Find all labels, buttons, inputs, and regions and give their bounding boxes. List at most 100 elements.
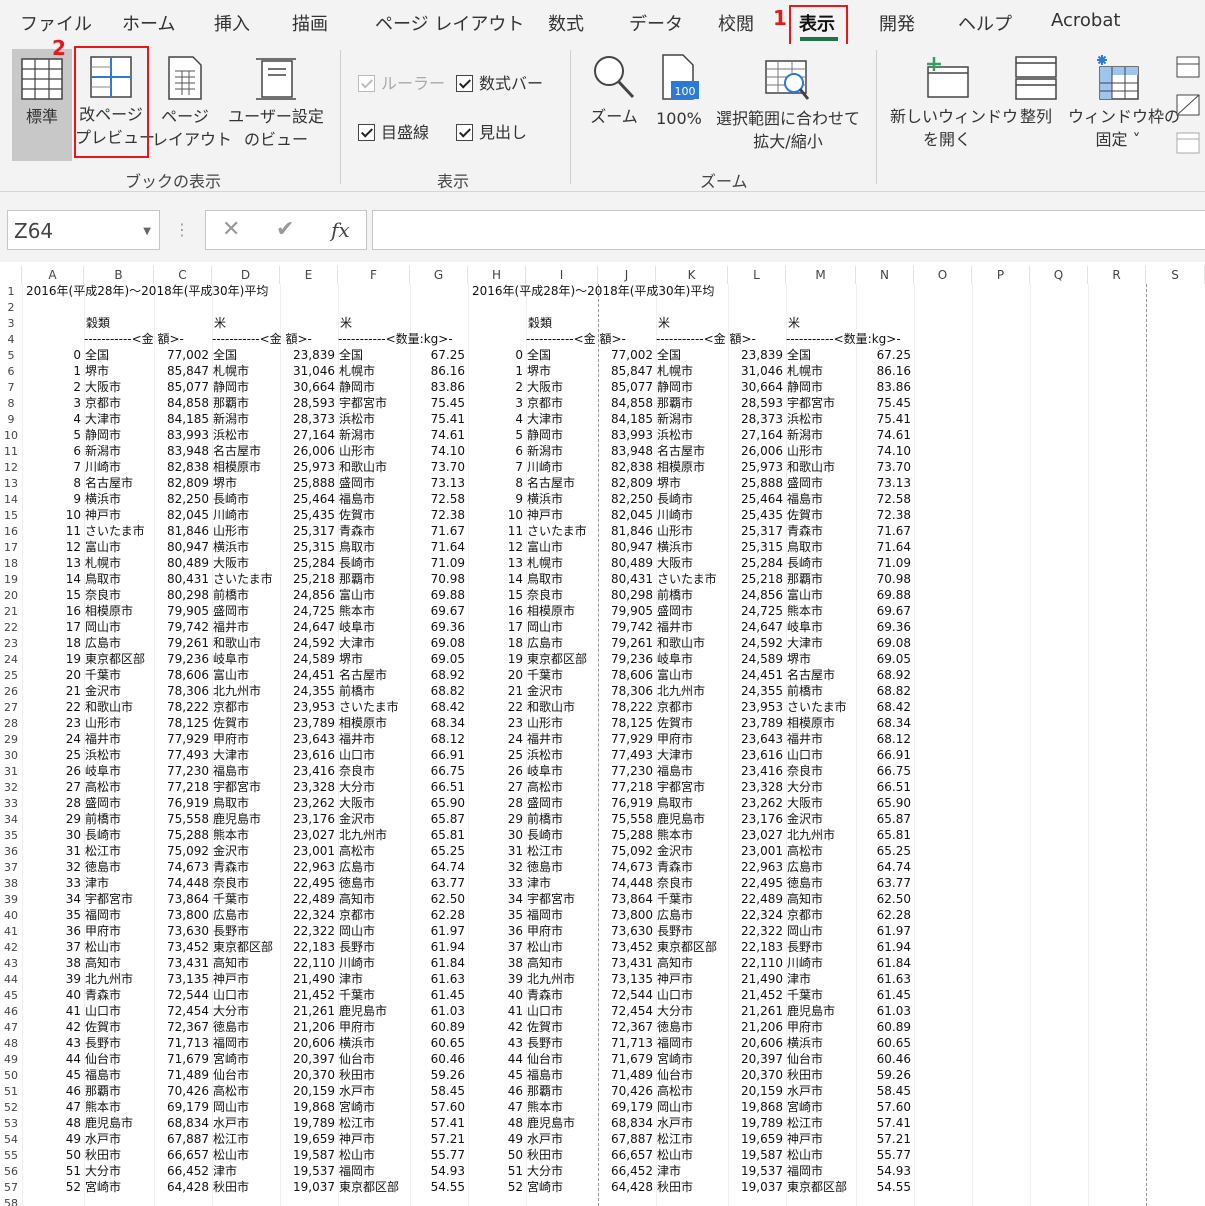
row-header[interactable]: 57 xyxy=(0,1180,22,1195)
column-header-a[interactable]: A xyxy=(22,266,84,284)
column-header-c[interactable]: C xyxy=(154,266,212,284)
row-header[interactable]: 4 xyxy=(0,332,22,347)
row-header[interactable]: 9 xyxy=(0,412,22,427)
column-header-g[interactable]: G xyxy=(410,266,468,284)
row-header[interactable]: 13 xyxy=(0,476,22,491)
row-header[interactable]: 20 xyxy=(0,588,22,603)
row-header[interactable]: 47 xyxy=(0,1020,22,1035)
row-header[interactable]: 2 xyxy=(0,300,22,315)
row-header[interactable]: 17 xyxy=(0,540,22,555)
cancel-icon[interactable]: ✕ xyxy=(222,217,240,242)
row-header[interactable]: 58 xyxy=(0,1196,22,1206)
enter-check-icon[interactable]: ✔ xyxy=(276,217,294,242)
row-header[interactable]: 34 xyxy=(0,812,22,827)
split-icon[interactable] xyxy=(1176,56,1200,78)
formula-input[interactable] xyxy=(372,210,1205,250)
insert-function-icon[interactable]: fx xyxy=(331,218,350,242)
unhide-window-icon[interactable] xyxy=(1176,132,1200,154)
column-header-k[interactable]: K xyxy=(656,266,728,284)
row-header[interactable]: 26 xyxy=(0,684,22,699)
row-header[interactable]: 40 xyxy=(0,908,22,923)
row-header[interactable]: 54 xyxy=(0,1132,22,1147)
row-header[interactable]: 22 xyxy=(0,620,22,635)
hide-window-icon[interactable] xyxy=(1176,94,1200,116)
tab-page-layout[interactable]: ページ レイアウト xyxy=(375,10,524,36)
column-header-s[interactable]: S xyxy=(1146,266,1205,284)
row-header[interactable]: 32 xyxy=(0,780,22,795)
row-header[interactable]: 8 xyxy=(0,396,22,411)
row-header[interactable]: 56 xyxy=(0,1164,22,1179)
row-header[interactable]: 12 xyxy=(0,460,22,475)
tab-acrobat[interactable]: Acrobat xyxy=(1051,10,1120,31)
row-header[interactable]: 49 xyxy=(0,1052,22,1067)
row-header[interactable]: 18 xyxy=(0,556,22,571)
column-header-o[interactable]: O xyxy=(914,266,972,284)
page-layout-button[interactable]: ページ レイアウト xyxy=(152,47,232,151)
row-header[interactable]: 16 xyxy=(0,524,22,539)
ruler-checkbox[interactable]: ルーラー xyxy=(358,70,445,94)
column-header-r[interactable]: R xyxy=(1088,266,1146,284)
formula-bar-checkbox[interactable]: 数式バー xyxy=(456,70,543,94)
row-header[interactable]: 45 xyxy=(0,988,22,1003)
tab-formulas[interactable]: 数式 xyxy=(548,10,584,36)
row-header[interactable]: 27 xyxy=(0,700,22,715)
arrange-all-button[interactable]: 整列 xyxy=(1010,47,1062,128)
column-header-m[interactable]: M xyxy=(786,266,856,284)
tab-developer[interactable]: 開発 xyxy=(879,10,915,36)
row-header[interactable]: 41 xyxy=(0,924,22,939)
custom-views-button[interactable]: ユーザー設定 のビュー xyxy=(226,47,326,151)
row-header[interactable]: 31 xyxy=(0,764,22,779)
row-header[interactable]: 29 xyxy=(0,732,22,747)
row-header[interactable]: 43 xyxy=(0,956,22,971)
chevron-down-icon[interactable]: ▼ xyxy=(143,226,151,237)
row-header[interactable]: 46 xyxy=(0,1004,22,1019)
tab-home[interactable]: ホーム xyxy=(122,10,175,36)
row-header[interactable]: 25 xyxy=(0,668,22,683)
headings-checkbox[interactable]: 見出し xyxy=(456,119,527,143)
worksheet-grid[interactable]: ABCDEFGHIJKLMNOPQRS 1 2 3 4 5 6 7 8 9 10 11 12 13 14 1… xyxy=(0,262,1205,1206)
row-header[interactable]: 23 xyxy=(0,636,22,651)
zoom-to-selection-button[interactable]: 選択範囲に合わせて 拡大/縮小 xyxy=(712,47,864,153)
row-header[interactable]: 38 xyxy=(0,876,22,891)
tab-data[interactable]: データ xyxy=(629,10,683,36)
row-header[interactable]: 53 xyxy=(0,1116,22,1131)
zoom-100-button[interactable]: 100 100% xyxy=(650,47,708,130)
row-header[interactable]: 42 xyxy=(0,940,22,955)
column-header-b[interactable]: B xyxy=(84,266,154,284)
row-header[interactable]: 11 xyxy=(0,444,22,459)
row-header[interactable]: 30 xyxy=(0,748,22,763)
tab-draw[interactable]: 描画 xyxy=(292,10,328,36)
row-header[interactable]: 52 xyxy=(0,1100,22,1115)
zoom-button[interactable]: ズーム xyxy=(586,47,642,128)
column-header-i[interactable]: I xyxy=(526,266,598,284)
tab-review[interactable]: 校閲 xyxy=(718,10,754,36)
row-header[interactable]: 33 xyxy=(0,796,22,811)
row-header[interactable]: 6 xyxy=(0,364,22,379)
row-header[interactable]: 36 xyxy=(0,844,22,859)
select-all-corner[interactable] xyxy=(0,266,22,284)
column-header-j[interactable]: J xyxy=(598,266,656,284)
row-header[interactable]: 28 xyxy=(0,716,22,731)
column-header-f[interactable]: F xyxy=(338,266,410,284)
row-header[interactable]: 1 xyxy=(0,284,22,299)
row-header[interactable]: 15 xyxy=(0,508,22,523)
row-header[interactable]: 19 xyxy=(0,572,22,587)
column-header-p[interactable]: P xyxy=(972,266,1030,284)
row-header[interactable]: 7 xyxy=(0,380,22,395)
column-header-l[interactable]: L xyxy=(728,266,786,284)
row-header[interactable]: 3 xyxy=(0,316,22,331)
row-header[interactable]: 10 xyxy=(0,428,22,443)
row-header[interactable]: 14 xyxy=(0,492,22,507)
freeze-panes-button[interactable]: ウィンドウ枠の 固定 ˅ xyxy=(1068,47,1180,151)
name-box[interactable]: Z64 ▼ xyxy=(7,210,160,250)
row-header[interactable]: 21 xyxy=(0,604,22,619)
row-header[interactable]: 48 xyxy=(0,1036,22,1051)
normal-view-button[interactable]: 標準 xyxy=(12,49,72,161)
row-header[interactable]: 37 xyxy=(0,860,22,875)
gridlines-checkbox[interactable]: 目盛線 xyxy=(358,119,429,143)
row-header[interactable]: 55 xyxy=(0,1148,22,1163)
column-header-h[interactable]: H xyxy=(468,266,526,284)
tab-help[interactable]: ヘルプ xyxy=(958,10,1012,36)
row-header[interactable]: 44 xyxy=(0,972,22,987)
column-header-q[interactable]: Q xyxy=(1030,266,1088,284)
